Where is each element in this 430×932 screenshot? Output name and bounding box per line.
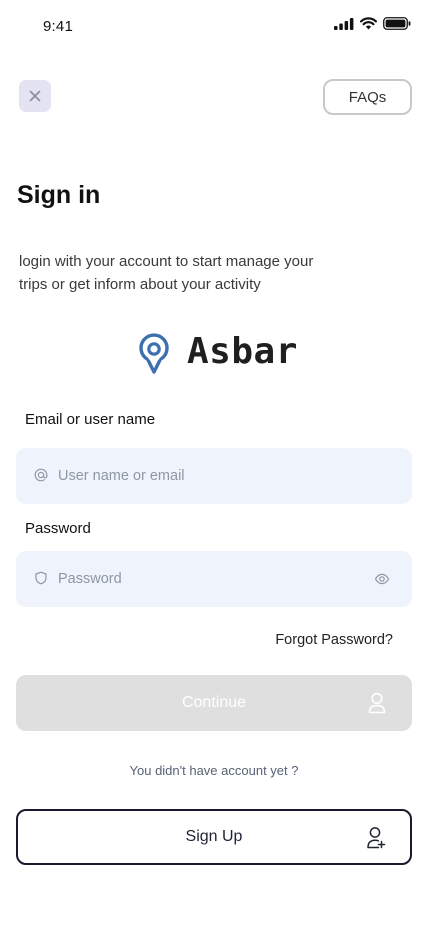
- user-icon: [368, 692, 386, 714]
- brand-logo: Asbar: [138, 330, 298, 374]
- logo-text: Asbar: [187, 331, 298, 372]
- battery-icon: [383, 17, 411, 30]
- status-icons: [334, 17, 411, 30]
- password-label: Password: [25, 520, 91, 537]
- wifi-icon: [360, 17, 377, 30]
- faqs-button[interactable]: FAQs: [323, 79, 412, 115]
- subtitle: login with your account to start manage …: [19, 253, 314, 293]
- sign-up-button[interactable]: Sign Up: [16, 809, 412, 865]
- continue-button[interactable]: Continue: [16, 675, 412, 731]
- status-bar: 9:41: [0, 0, 430, 52]
- forgot-password-link[interactable]: Forgot Password?: [275, 632, 393, 648]
- password-input[interactable]: [58, 551, 368, 607]
- no-account-label: You didn't have account yet ?: [129, 763, 299, 778]
- close-button[interactable]: [19, 80, 51, 112]
- continue-label: Continue: [181, 694, 247, 711]
- user-plus-icon: [367, 827, 386, 849]
- location-pin-logo-icon: [139, 333, 169, 374]
- password-field-container[interactable]: [16, 551, 412, 607]
- close-icon: [29, 90, 41, 102]
- sign-up-label: Sign Up: [185, 828, 243, 845]
- email-field-container[interactable]: [16, 448, 412, 504]
- at-sign-icon: [33, 467, 49, 483]
- no-account-text: You didn't have account yet ?: [0, 763, 430, 778]
- status-time: 9:41: [43, 18, 73, 35]
- cellular-signal-icon: [334, 17, 354, 30]
- email-label: Email or user name: [25, 411, 156, 428]
- page-title: Sign in: [17, 181, 101, 209]
- eye-icon[interactable]: [374, 571, 390, 587]
- email-input[interactable]: [58, 448, 368, 504]
- shield-icon: [33, 570, 49, 586]
